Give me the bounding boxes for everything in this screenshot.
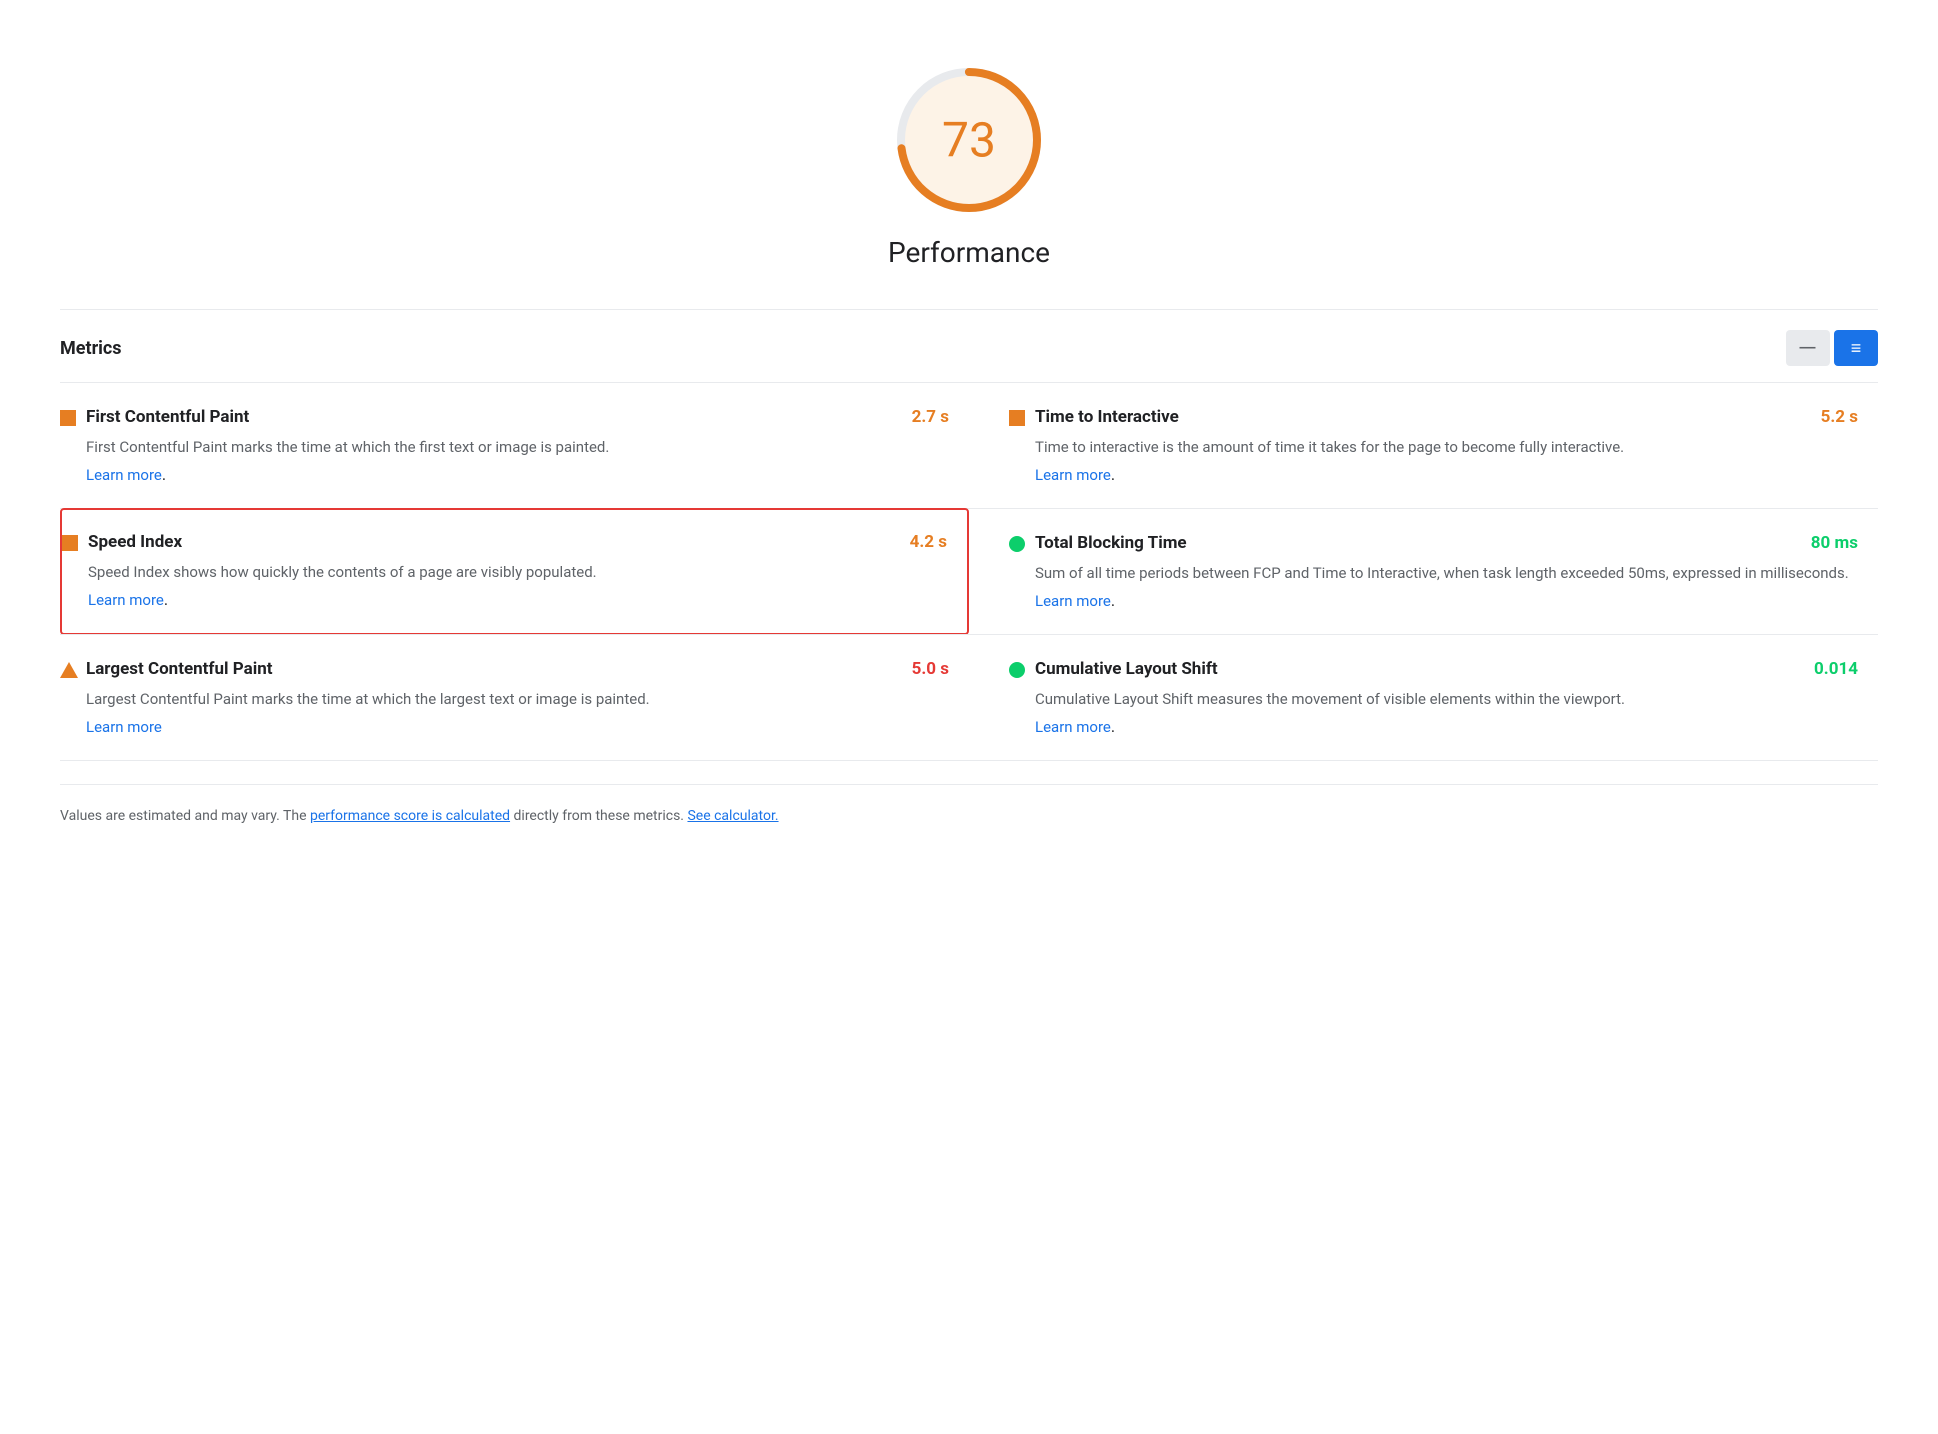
metric-lcp-header: Largest Contentful Paint 5.0 s: [60, 659, 949, 679]
metrics-header: Metrics — ≡: [60, 309, 1878, 382]
metric-tbt-description: Sum of all time periods between FCP and …: [1035, 561, 1858, 585]
metric-si-name: Speed Index: [88, 532, 182, 552]
metric-fcp-name: First Contentful Paint: [86, 407, 249, 427]
metric-tbt-value: 80 ms: [1811, 533, 1858, 553]
orange-square-icon: [60, 410, 76, 426]
fcp-period: .: [162, 465, 166, 484]
metric-tti: Time to Interactive 5.2 s Time to intera…: [969, 382, 1878, 509]
score-section: 73 Performance: [60, 40, 1878, 269]
metric-tti-value: 5.2 s: [1821, 407, 1858, 427]
metric-cls-description: Cumulative Layout Shift measures the mov…: [1035, 687, 1858, 711]
metric-tbt-link[interactable]: Learn more: [1035, 592, 1111, 610]
list-view-button[interactable]: —: [1786, 330, 1830, 366]
metric-si-value: 4.2 s: [910, 532, 947, 552]
metric-tbt-name: Total Blocking Time: [1035, 533, 1187, 553]
orange-triangle-icon-lcp: [60, 662, 76, 678]
metric-si-header: Speed Index 4.2 s: [62, 532, 947, 552]
metrics-grid: First Contentful Paint 2.7 s First Conte…: [60, 382, 1878, 760]
score-value: 73: [942, 112, 996, 169]
metric-si-title-group: Speed Index: [62, 532, 182, 552]
green-circle-icon-cls: [1009, 662, 1025, 678]
see-calculator-link[interactable]: See calculator.: [687, 808, 778, 824]
metric-lcp-description: Largest Contentful Paint marks the time …: [86, 687, 949, 711]
metric-tti-description: Time to interactive is the amount of tim…: [1035, 435, 1858, 459]
cls-period: .: [1111, 717, 1115, 736]
metric-tbt-header: Total Blocking Time 80 ms: [1009, 533, 1858, 553]
metric-lcp: Largest Contentful Paint 5.0 s Largest C…: [60, 634, 969, 761]
footer-text-before: Values are estimated and may vary. The: [60, 808, 310, 824]
view-toggle: — ≡: [1786, 330, 1878, 366]
orange-square-icon-si: [62, 535, 78, 551]
tti-period: .: [1111, 465, 1115, 484]
metric-fcp-value: 2.7 s: [912, 407, 949, 427]
metric-tbt: Total Blocking Time 80 ms Sum of all tim…: [969, 508, 1878, 635]
metric-lcp-link[interactable]: Learn more: [86, 718, 162, 736]
metric-cls-header: Cumulative Layout Shift 0.014: [1009, 659, 1858, 679]
score-circle: 73: [889, 60, 1049, 220]
metric-cls-title-group: Cumulative Layout Shift: [1009, 659, 1218, 679]
metric-tti-title-group: Time to Interactive: [1009, 407, 1179, 427]
metric-tti-link[interactable]: Learn more: [1035, 466, 1111, 484]
performance-score-link[interactable]: performance score is calculated: [310, 808, 510, 824]
metric-fcp-link[interactable]: Learn more: [86, 466, 162, 484]
metric-cls-link[interactable]: Learn more: [1035, 718, 1111, 736]
metric-tbt-title-group: Total Blocking Time: [1009, 533, 1187, 553]
metric-lcp-title-group: Largest Contentful Paint: [60, 659, 273, 679]
metric-tti-name: Time to Interactive: [1035, 407, 1179, 427]
metric-cls: Cumulative Layout Shift 0.014 Cumulative…: [969, 634, 1878, 761]
tbt-period: .: [1111, 591, 1115, 610]
footer-text-after: directly from these metrics.: [510, 808, 687, 824]
metric-lcp-value: 5.0 s: [912, 659, 949, 679]
metric-fcp-title-group: First Contentful Paint: [60, 407, 249, 427]
si-period: .: [164, 590, 168, 609]
grid-icon: ≡: [1851, 338, 1862, 359]
metric-fcp: First Contentful Paint 2.7 s First Conte…: [60, 382, 969, 509]
green-circle-icon-tbt: [1009, 536, 1025, 552]
metric-tti-header: Time to Interactive 5.2 s: [1009, 407, 1858, 427]
metric-si: Speed Index 4.2 s Speed Index shows how …: [60, 508, 969, 635]
metric-fcp-header: First Contentful Paint 2.7 s: [60, 407, 949, 427]
metric-si-description: Speed Index shows how quickly the conten…: [88, 560, 947, 584]
metric-fcp-description: First Contentful Paint marks the time at…: [86, 435, 949, 459]
score-label: Performance: [888, 236, 1050, 269]
grid-view-button[interactable]: ≡: [1834, 330, 1878, 366]
metric-lcp-name: Largest Contentful Paint: [86, 659, 273, 679]
metric-cls-name: Cumulative Layout Shift: [1035, 659, 1218, 679]
metrics-title: Metrics: [60, 338, 122, 359]
metric-cls-value: 0.014: [1814, 659, 1858, 679]
list-icon: —: [1800, 339, 1817, 357]
orange-square-icon-tti: [1009, 410, 1025, 426]
metric-si-link[interactable]: Learn more: [88, 591, 164, 609]
footer: Values are estimated and may vary. The p…: [60, 784, 1878, 827]
